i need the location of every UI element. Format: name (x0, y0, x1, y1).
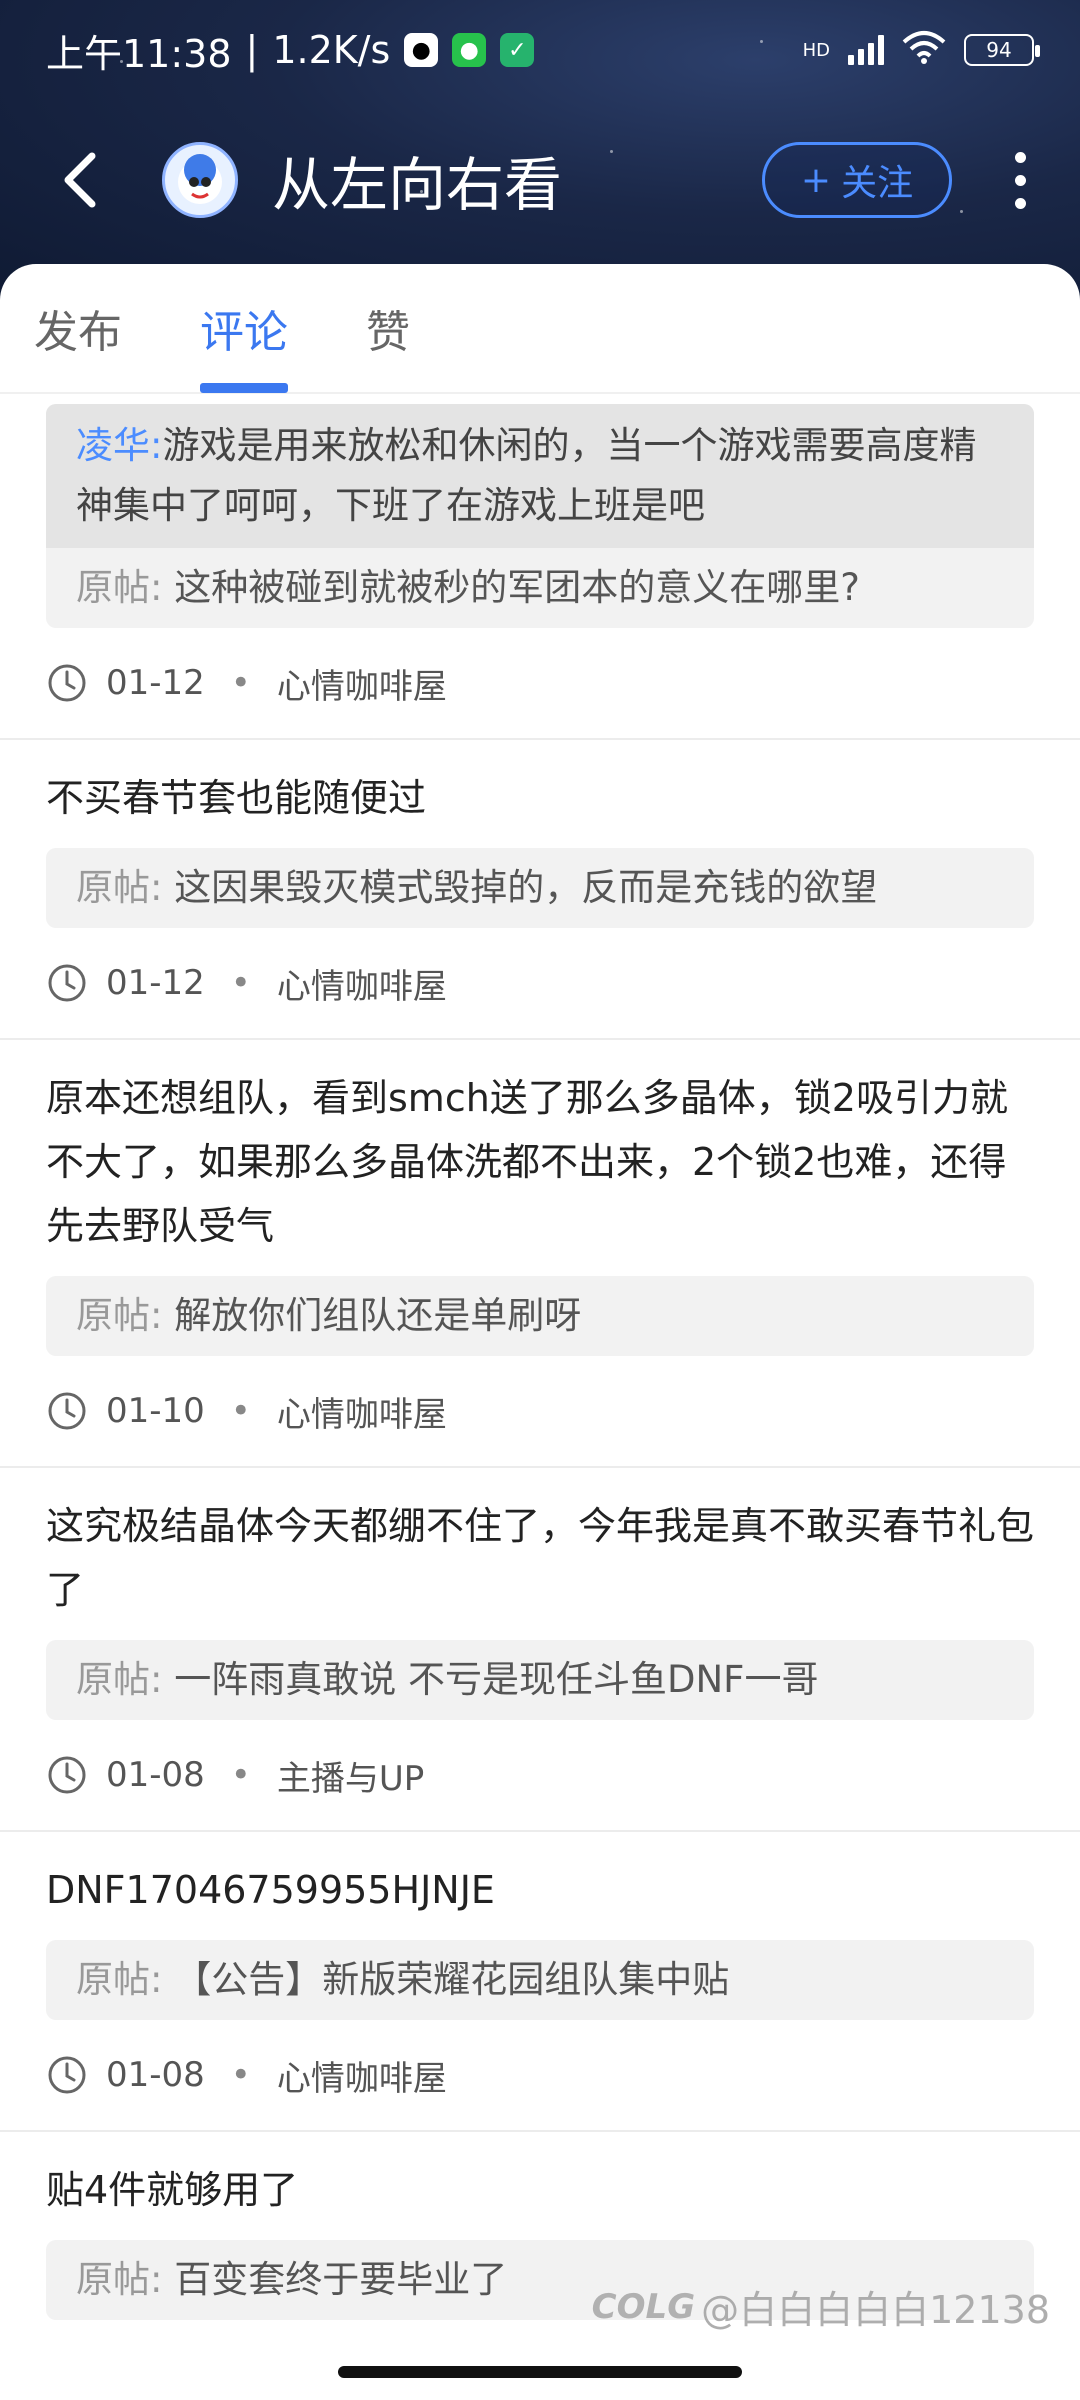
item-board[interactable]: 心情咖啡屋 (277, 1387, 447, 1436)
home-indicator[interactable] (338, 2366, 742, 2378)
original-post-text: 一阵雨真敢说 不亏是现任斗鱼DNF一哥 (174, 1658, 819, 1701)
original-post-label: 原帖: (76, 1958, 163, 2001)
battery-level: 94 (986, 38, 1012, 62)
quote-box[interactable]: 原帖: 这因果毁灭模式毁掉的，反而是充钱的欲望 (46, 848, 1034, 928)
comment-text: 这究极结晶体今天都绷不住了，今年我是真不敢买春节礼包了 (46, 1504, 1035, 1612)
item-date: 01-12 (106, 963, 205, 1003)
battery-icon: 94 (964, 34, 1040, 66)
original-post-label: 原帖: (76, 566, 163, 609)
avatar[interactable] (162, 142, 238, 218)
original-post[interactable]: 原帖: 这因果毁灭模式毁掉的，反而是充钱的欲望 (46, 848, 1034, 928)
status-separator: | (245, 28, 259, 72)
item-meta: 01-08 • 心情咖啡屋 (46, 2020, 1034, 2130)
item-meta: 01-10 • 心情咖啡屋 (46, 1356, 1034, 1466)
item-board[interactable]: 心情咖啡屋 (277, 659, 447, 708)
tab-bar: 发布 评论 赞 (0, 264, 1080, 394)
reply-text: 游戏是用来放松和休闲的，当一个游戏需要高度精神集中了呵呵，下班了在游戏上班是吧 (76, 424, 977, 527)
quote-box[interactable]: 原帖: 解放你们组队还是单刷呀 (46, 1276, 1034, 1356)
reply-username[interactable]: 凌华: (76, 424, 162, 467)
original-post[interactable]: 原帖: 解放你们组队还是单刷呀 (46, 1276, 1034, 1356)
meta-separator: • (230, 1391, 251, 1431)
original-post[interactable]: 原帖: 【公告】新版荣耀花园组队集中贴 (46, 1940, 1034, 2020)
list-item[interactable]: 凌华:游戏是用来放松和休闲的，当一个游戏需要高度精神集中了呵呵，下班了在游戏上班… (0, 404, 1080, 740)
item-meta: 01-12 • 心情咖啡屋 (46, 628, 1034, 738)
qq-icon: ● (404, 33, 439, 67)
title-bar: 从左向右看 + 关注 (0, 120, 1080, 240)
comment-text: DNF17046759955HJNJE (46, 1868, 495, 1912)
original-post[interactable]: 原帖: 这种被碰到就被秒的军团本的意义在哪里? (46, 548, 1034, 628)
back-arrow-icon[interactable] (50, 150, 110, 210)
comment-text: 贴4件就够用了 (46, 2168, 299, 2212)
item-board[interactable]: 心情咖啡屋 (277, 959, 447, 1008)
item-date: 01-08 (106, 1755, 205, 1795)
meta-separator: • (230, 1755, 251, 1795)
watermark: COLG @白白白白白12138 (592, 2279, 1050, 2334)
item-date: 01-08 (106, 2055, 205, 2095)
item-board[interactable]: 心情咖啡屋 (277, 2051, 447, 2100)
meta-separator: • (230, 2055, 251, 2095)
item-meta: 01-08 • 主播与UP (46, 1720, 1034, 1830)
signal-icon (848, 35, 884, 65)
clock-icon (48, 1756, 86, 1794)
list-item[interactable]: DNF17046759955HJNJE 原帖: 【公告】新版荣耀花园组队集中贴 … (0, 1832, 1080, 2132)
quoted-reply: 凌华:游戏是用来放松和休闲的，当一个游戏需要高度精神集中了呵呵，下班了在游戏上班… (46, 404, 1034, 548)
original-post-text: 百变套终于要毕业了 (174, 2258, 508, 2301)
original-post-text: 这种被碰到就被秒的军团本的意义在哪里? (174, 566, 860, 609)
watermark-logo: COLG (591, 2286, 696, 2327)
quote-box[interactable]: 凌华:游戏是用来放松和休闲的，当一个游戏需要高度精神集中了呵呵，下班了在游戏上班… (46, 404, 1034, 628)
hd-label: HD (802, 39, 830, 61)
watermark-text: @白白白白白12138 (701, 2288, 1050, 2332)
clock-icon (48, 2056, 86, 2094)
wechat-icon: ● (452, 33, 487, 67)
quote-box[interactable]: 原帖: 一阵雨真敢说 不亏是现任斗鱼DNF一哥 (46, 1640, 1034, 1720)
wifi-icon (902, 30, 946, 71)
comment-text: 不买春节套也能随便过 (46, 776, 427, 820)
original-post-text: 解放你们组队还是单刷呀 (174, 1294, 582, 1337)
tab-likes[interactable]: 赞 (366, 264, 410, 393)
status-bar: 上午11:38 | 1.2K/s ● ● ✓ HD 94 (0, 0, 1080, 100)
item-date: 01-10 (106, 1391, 205, 1431)
original-post-text: 【公告】新版荣耀花园组队集中贴 (174, 1958, 730, 2001)
content-panel: 发布 评论 赞 凌华:游戏是用来放松和休闲的，当一个游戏需要高度精神集中了呵呵，… (0, 264, 1080, 2400)
quote-box[interactable]: 原帖: 【公告】新版荣耀花园组队集中贴 (46, 1940, 1034, 2020)
tab-comments[interactable]: 评论 (200, 264, 288, 393)
item-board[interactable]: 主播与UP (277, 1751, 424, 1800)
comment-feed: 凌华:游戏是用来放松和休闲的，当一个游戏需要高度精神集中了呵呵，下班了在游戏上班… (0, 404, 1080, 2320)
original-post-label: 原帖: (76, 1294, 163, 1337)
item-meta: 01-12 • 心情咖啡屋 (46, 928, 1034, 1038)
status-time: 上午11:38 (46, 31, 232, 76)
clock-icon (48, 964, 86, 1002)
plus-icon: + (800, 159, 832, 201)
original-post-text: 这因果毁灭模式毁掉的，反而是充钱的欲望 (174, 866, 878, 909)
comment-text: 原本还想组队，看到smch送了那么多晶体，锁2吸引力就不大了，如果那么多晶体洗都… (46, 1076, 1008, 1248)
clock-icon (48, 1392, 86, 1430)
list-item[interactable]: 这究极结晶体今天都绷不住了，今年我是真不敢买春节礼包了 原帖: 一阵雨真敢说 不… (0, 1468, 1080, 1832)
more-options-icon[interactable] (1010, 151, 1030, 209)
network-speed: 1.2K/s (272, 28, 391, 72)
list-item[interactable]: 不买春节套也能随便过 原帖: 这因果毁灭模式毁掉的，反而是充钱的欲望 01-12… (0, 740, 1080, 1040)
original-post-label: 原帖: (76, 1658, 163, 1701)
original-post[interactable]: 原帖: 一阵雨真敢说 不亏是现任斗鱼DNF一哥 (46, 1640, 1034, 1720)
shield-icon: ✓ (500, 33, 535, 67)
follow-label: 关注 (841, 163, 914, 204)
page-title: 从左向右看 (272, 151, 563, 219)
follow-button[interactable]: + 关注 (762, 142, 952, 218)
original-post-label: 原帖: (76, 2258, 163, 2301)
item-date: 01-12 (106, 663, 205, 703)
meta-separator: • (230, 963, 251, 1003)
tab-posts[interactable]: 发布 (34, 264, 122, 393)
clock-icon (48, 664, 86, 702)
original-post-label: 原帖: (76, 866, 163, 909)
list-item[interactable]: 原本还想组队，看到smch送了那么多晶体，锁2吸引力就不大了，如果那么多晶体洗都… (0, 1040, 1080, 1468)
meta-separator: • (230, 663, 251, 703)
